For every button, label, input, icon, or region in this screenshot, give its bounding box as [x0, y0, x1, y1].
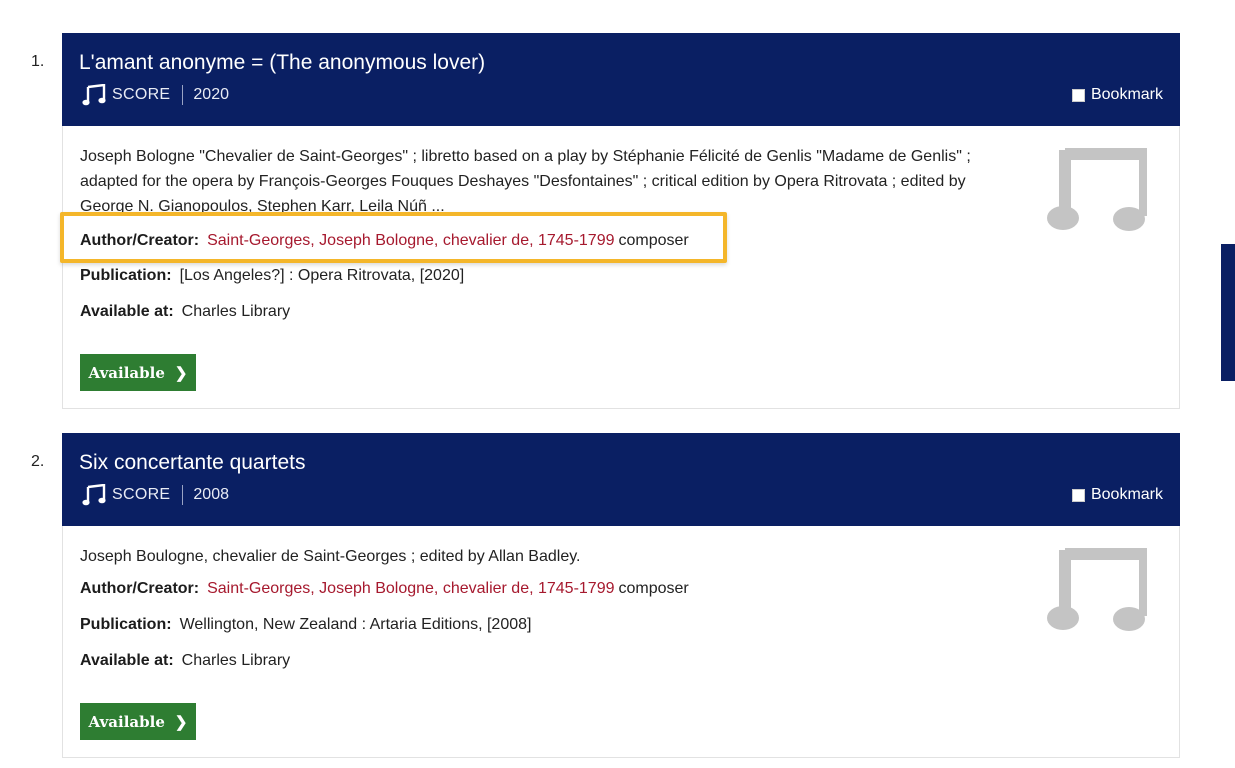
- format-row: SCORE 2020: [82, 83, 229, 107]
- bookmark-checkbox[interactable]: [1071, 88, 1085, 102]
- availability-field: Available at: Charles Library: [80, 303, 290, 321]
- author-role: composer: [618, 580, 689, 597]
- side-panel-tab[interactable]: [1221, 244, 1235, 381]
- publication-value: [Los Angeles?] : Opera Ritrovata, [2020]: [179, 267, 465, 284]
- divider: [182, 485, 184, 505]
- result-number: 1.: [31, 53, 45, 70]
- author-link[interactable]: Saint-Georges, Joseph Bologne, chevalier…: [207, 580, 614, 597]
- chevron-right-icon: ❯: [174, 363, 188, 382]
- available-button-label: Available: [88, 712, 165, 731]
- author-field: Author/Creator: Saint-Georges, Joseph Bol…: [80, 232, 689, 250]
- author-label: Author/Creator:: [80, 580, 200, 597]
- publication-year: 2020: [193, 86, 229, 103]
- format-label: SCORE: [112, 86, 171, 103]
- bookmark-toggle[interactable]: Bookmark: [1071, 486, 1163, 504]
- publication-label: Publication:: [80, 616, 172, 633]
- result-number: 2.: [31, 453, 45, 470]
- result-description: Joseph Boulogne, chevalier de Saint-Geor…: [80, 548, 581, 565]
- chevron-right-icon: ❯: [174, 712, 188, 731]
- publication-year: 2008: [193, 486, 229, 503]
- format-label: SCORE: [112, 486, 171, 503]
- result-card: L'amant anonyme = (The anonymous lover) …: [60, 33, 1180, 409]
- result-description: Joseph Bologne "Chevalier de Saint-Georg…: [80, 148, 971, 215]
- available-at-label: Available at:: [80, 303, 174, 320]
- publication-field: Publication: Wellington, New Zealand : Ar…: [80, 616, 531, 634]
- result-header: L'amant anonyme = (The anonymous lover) …: [62, 33, 1180, 126]
- available-at-label: Available at:: [80, 652, 174, 669]
- music-note-icon: [1047, 548, 1147, 631]
- publication-field: Publication: [Los Angeles?] : Opera Ritro…: [80, 267, 464, 285]
- author-field: Author/Creator: Saint-Georges, Joseph Bol…: [80, 580, 689, 598]
- publication-value: Wellington, New Zealand : Artaria Editio…: [179, 616, 532, 633]
- bookmark-label: Bookmark: [1090, 486, 1163, 503]
- result-header: Six concertante quartets SCORE 2008 Book…: [62, 433, 1180, 526]
- bookmark-toggle[interactable]: Bookmark: [1071, 86, 1163, 104]
- format-row: SCORE 2008: [82, 483, 229, 507]
- available-button[interactable]: Available ❯: [80, 703, 196, 740]
- result-title-link[interactable]: L'amant anonyme = (The anonymous lover): [79, 51, 485, 75]
- availability-field: Available at: Charles Library: [80, 652, 290, 670]
- bookmark-label: Bookmark: [1090, 86, 1163, 103]
- music-note-icon: [82, 84, 106, 106]
- bookmark-checkbox[interactable]: [1071, 488, 1085, 502]
- available-button-label: Available: [88, 363, 165, 382]
- music-note-icon: [1047, 148, 1147, 231]
- music-note-icon: [82, 484, 106, 506]
- result-card: Six concertante quartets SCORE 2008 Book…: [62, 433, 1180, 758]
- available-at-value: Charles Library: [181, 303, 291, 320]
- author-link[interactable]: Saint-Georges, Joseph Bologne, chevalier…: [207, 232, 614, 249]
- available-at-value: Charles Library: [181, 652, 291, 669]
- divider: [182, 85, 184, 105]
- search-results-list: 1. L'amant anonyme = (The anonymous love…: [0, 0, 1235, 768]
- author-label: Author/Creator:: [80, 232, 200, 249]
- publication-label: Publication:: [80, 267, 172, 284]
- author-role: composer: [618, 232, 689, 249]
- result-title-link[interactable]: Six concertante quartets: [79, 451, 305, 475]
- available-button[interactable]: Available ❯: [80, 354, 196, 391]
